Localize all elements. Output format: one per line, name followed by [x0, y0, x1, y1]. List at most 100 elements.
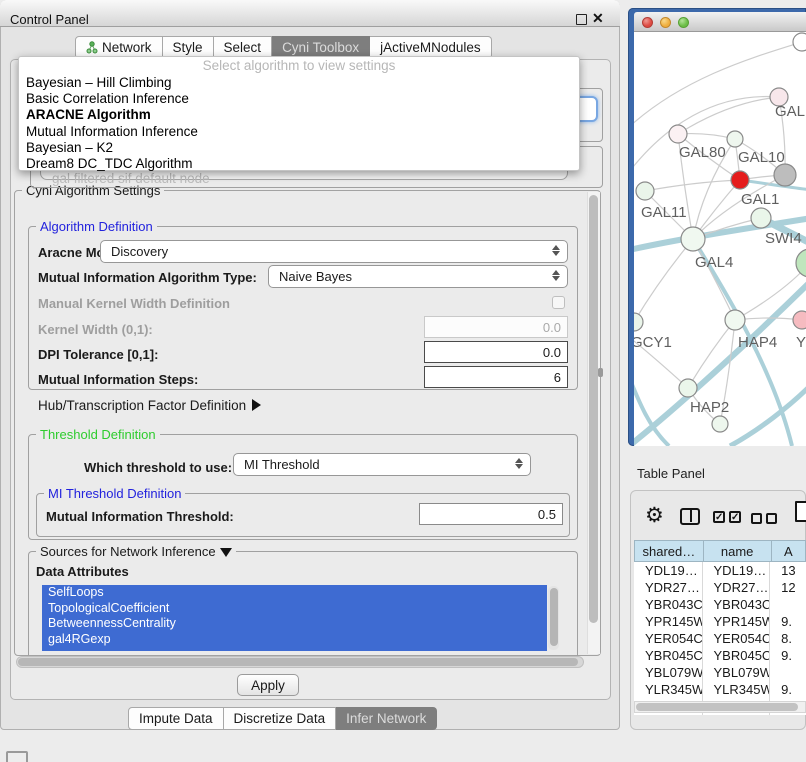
table-row[interactable]: YBL079WYBL079W	[634, 664, 806, 681]
manual-kernel-width-label: Manual Kernel Width Definition	[38, 296, 230, 311]
which-threshold-value: MI Threshold	[244, 457, 320, 472]
sources-title-label: Sources for Network Inference	[40, 544, 216, 559]
algorithm-popup-item[interactable]: Dream8 DC_TDC Algorithm	[19, 156, 579, 172]
data-attribute-item[interactable]: BetweennessCentrality	[42, 616, 547, 632]
zoom-traffic-light-icon[interactable]	[678, 17, 689, 28]
network-node-label: GAL4	[695, 254, 733, 271]
network-node-gal4[interactable]	[681, 227, 705, 251]
table-cell: 9.	[770, 681, 806, 698]
table-row[interactable]: YBR045CYBR045C9.	[634, 647, 806, 664]
network-node-gcy1[interactable]	[634, 313, 643, 331]
apply-button[interactable]: Apply	[237, 674, 299, 696]
table-row[interactable]: YLR345WYLR345W9.	[634, 681, 806, 698]
network-node[interactable]	[796, 249, 806, 277]
table-row[interactable]: YDR27…YDR27…12	[634, 579, 806, 596]
select-all-columns-icon[interactable]: ✓✓	[713, 511, 741, 523]
table-cell: YDL19…	[634, 562, 703, 579]
algorithm-popup-item[interactable]: ARACNE Algorithm	[19, 107, 579, 123]
show-columns-icon[interactable]	[680, 508, 700, 525]
network-node-label: GAL10	[738, 149, 785, 166]
minimize-traffic-light-icon[interactable]	[660, 17, 671, 28]
table-row[interactable]: YER054CYER054C8.	[634, 630, 806, 647]
hub-definition-toggle[interactable]: Hub/Transcription Factor Definition	[38, 398, 261, 413]
table-column-header[interactable]: shared…	[634, 540, 703, 562]
tab-discretize-data[interactable]: Discretize Data	[224, 707, 337, 730]
kernel-width-field[interactable]: 0.0	[424, 316, 568, 338]
mi-steps-field[interactable]: 6	[424, 366, 568, 388]
algorithm-popup-item[interactable]: Basic Correlation Inference	[19, 91, 579, 107]
algorithm-popup-items: Bayesian – Hill ClimbingBasic Correlatio…	[19, 75, 579, 172]
mi-steps-label: Mutual Information Steps:	[38, 372, 198, 387]
which-threshold-label: Which threshold to use:	[84, 460, 232, 475]
unselect-all-columns-icon[interactable]	[751, 513, 777, 524]
dpi-tolerance-field[interactable]: 0.0	[424, 341, 568, 363]
table-row[interactable]: YPR145WYPR145W9.	[634, 613, 806, 630]
table-cell: YLR345W	[634, 681, 703, 698]
attributes-list-scrollbar-thumb[interactable]	[550, 588, 558, 646]
data-table-combo-value: gal filtered sif default node	[52, 171, 210, 186]
tab-infer-network[interactable]: Infer Network	[336, 707, 437, 730]
hub-definition-label: Hub/Transcription Factor Definition	[38, 398, 246, 413]
mi-threshold-label: Mutual Information Threshold:	[46, 509, 234, 524]
table-row[interactable]: YDL19…YDL19…13	[634, 562, 806, 579]
table-cell: YBR045C	[703, 647, 771, 664]
settings-vertical-scrollbar-thumb[interactable]	[589, 195, 598, 623]
manual-kernel-width-checkbox[interactable]	[552, 296, 565, 309]
algorithm-dropdown-popup: Select algorithm to view settings Bayesi…	[18, 56, 580, 171]
mi-algorithm-type-label: Mutual Information Algorithm Type:	[38, 270, 257, 285]
table-cell: 9.	[770, 613, 806, 630]
table-cell: YER054C	[703, 630, 771, 647]
close-icon[interactable]: ✕	[592, 10, 604, 27]
network-node[interactable]	[774, 164, 796, 186]
table-cell: YBL079W	[634, 664, 703, 681]
settings-horizontal-scrollbar-thumb[interactable]	[18, 658, 578, 666]
table-horizontal-scrollbar-thumb[interactable]	[636, 703, 798, 711]
mi-algorithm-type-value: Naive Bayes	[279, 269, 352, 284]
table-body: YDL19…YDL19…13YDR27…YDR27…12YBR043CYBR04…	[634, 562, 806, 715]
control-panel-title: Control Panel	[10, 12, 89, 27]
network-node-y[interactable]	[793, 311, 806, 329]
network-node-hap2[interactable]	[679, 379, 697, 397]
table-cell: 9.	[770, 647, 806, 664]
table-column-header[interactable]: name	[703, 540, 771, 562]
table-cell: 13	[770, 562, 806, 579]
aracne-mode-combo[interactable]: Discovery	[100, 240, 568, 263]
tab-impute-data[interactable]: Impute Data	[128, 707, 224, 730]
table-cell	[770, 664, 806, 681]
which-threshold-combo[interactable]: MI Threshold	[233, 453, 531, 476]
table-column-header[interactable]: A	[771, 540, 806, 562]
close-traffic-light-icon[interactable]	[642, 17, 653, 28]
spinner-arrows-icon	[515, 458, 523, 469]
sources-title[interactable]: Sources for Network Inference	[36, 544, 236, 559]
network-node-gal10[interactable]	[727, 131, 743, 147]
data-attributes-list[interactable]: SelfLoopsTopologicalCoefficientBetweenne…	[42, 585, 547, 651]
data-attribute-item[interactable]: TopologicalCoefficient	[42, 601, 547, 617]
network-node-gal11[interactable]	[636, 182, 654, 200]
network-node-gal1[interactable]	[731, 171, 749, 189]
network-window-titlebar[interactable]	[634, 12, 806, 32]
mi-algorithm-type-combo[interactable]: Naive Bayes	[268, 265, 568, 288]
export-table-icon[interactable]	[795, 501, 806, 522]
algorithm-popup-placeholder: Select algorithm to view settings	[19, 58, 579, 75]
network-node-gal80[interactable]	[669, 125, 687, 143]
float-window-icon[interactable]	[576, 14, 587, 25]
network-node-label: GCY1	[634, 334, 672, 351]
table-panel-title: Table Panel	[637, 466, 705, 481]
panel-splitter-handle[interactable]	[598, 368, 603, 377]
floating-palette-icon[interactable]	[6, 751, 28, 762]
network-node-hap4[interactable]	[725, 310, 745, 330]
mi-threshold-field[interactable]: 0.5	[419, 503, 563, 525]
network-node[interactable]	[712, 416, 728, 432]
algorithm-popup-item[interactable]: Mutual Information Inference	[19, 124, 579, 140]
table-row[interactable]: YBR043CYBR043C	[634, 596, 806, 613]
network-view-canvas[interactable]: GALGAL80GAL10GAL1GAL11SWI4GAL4GCY1HAP4YH…	[634, 32, 806, 446]
network-node-swi4[interactable]	[751, 208, 771, 228]
data-attribute-item[interactable]: SelfLoops	[42, 585, 547, 601]
data-attribute-item[interactable]: gal4RGexp	[42, 632, 547, 648]
network-node[interactable]	[793, 33, 806, 51]
gear-icon[interactable]: ⚙	[645, 503, 664, 528]
algorithm-popup-item[interactable]: Bayesian – Hill Climbing	[19, 75, 579, 91]
algorithm-popup-item[interactable]: Bayesian – K2	[19, 140, 579, 156]
control-panel-titlebar[interactable]	[0, 0, 620, 27]
table-cell: 8.	[770, 630, 806, 647]
